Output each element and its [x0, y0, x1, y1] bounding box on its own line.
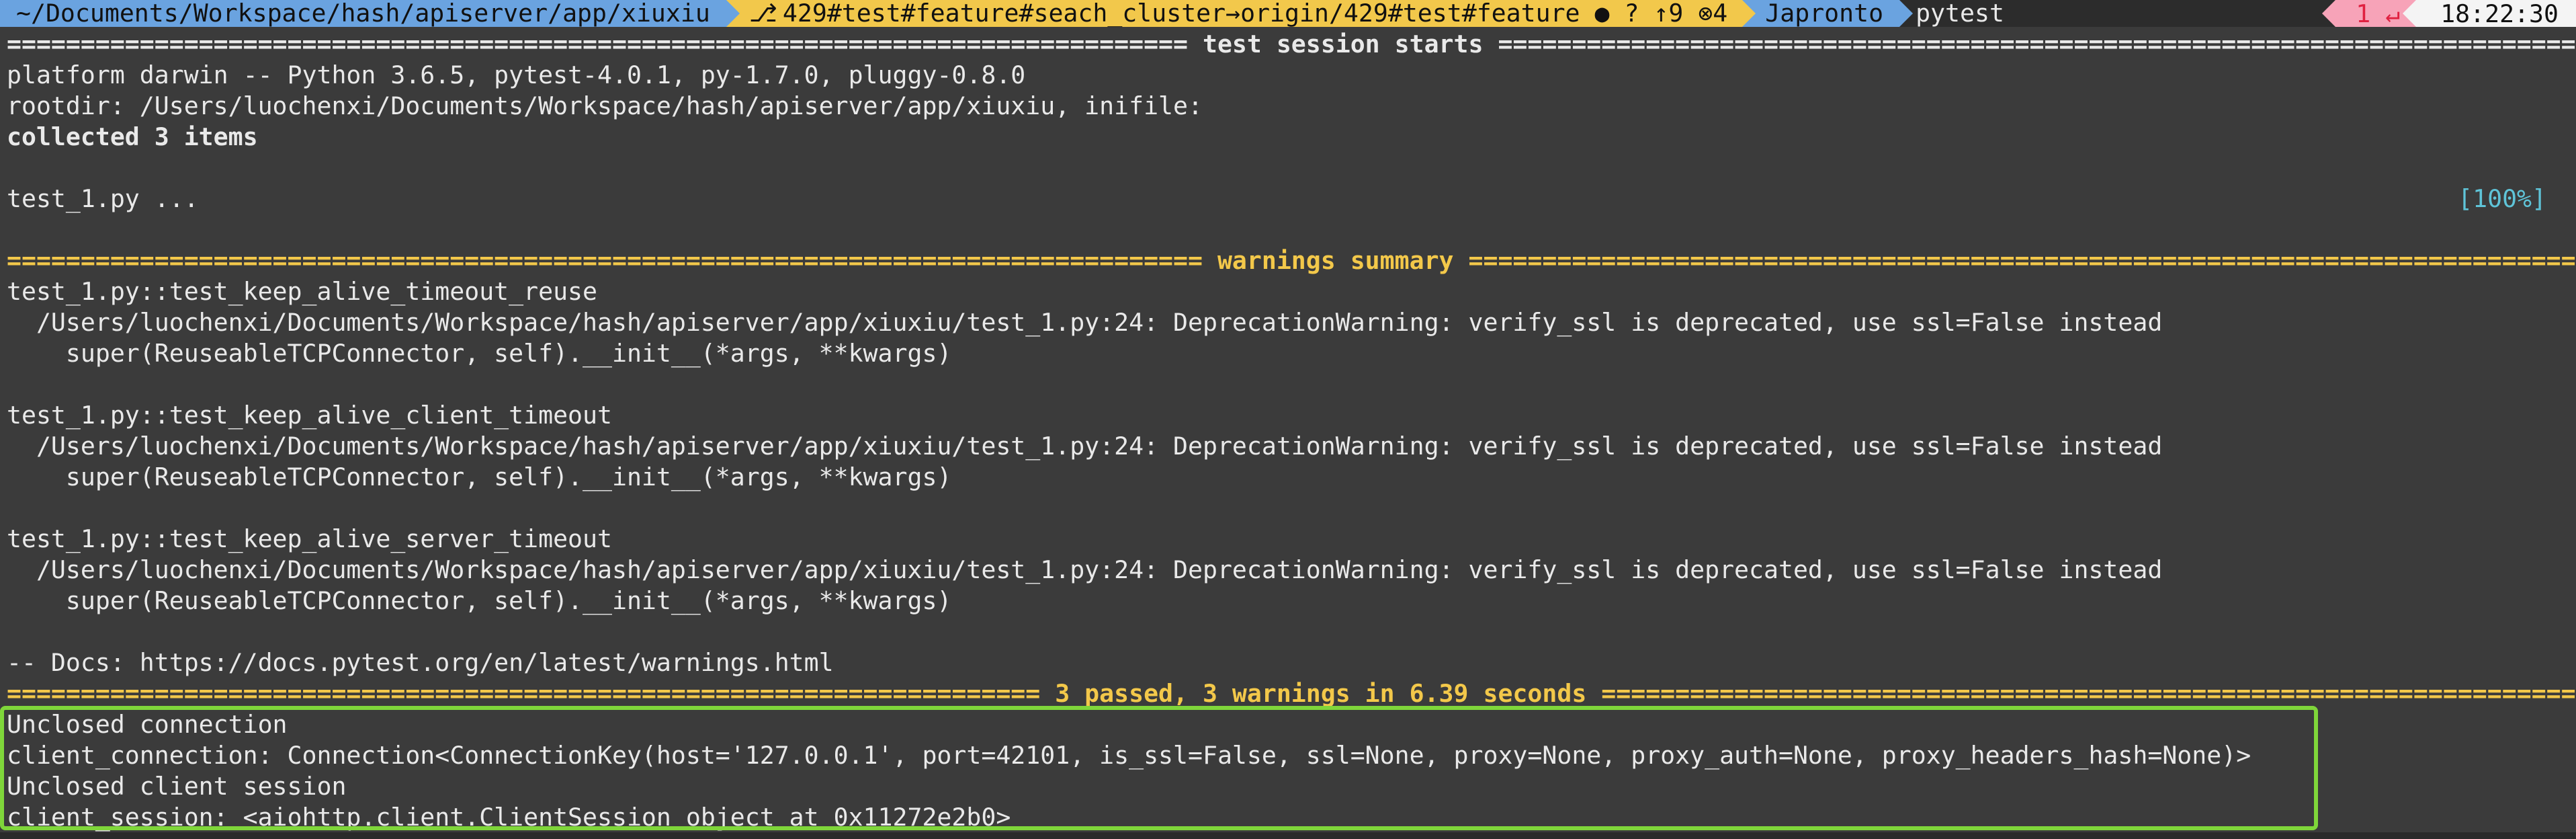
terminal-line-text — [7, 493, 22, 522]
terminal-line: Unclosed client session — [7, 771, 2576, 802]
prompt-command[interactable]: pytest — [1899, 0, 2004, 27]
powerline-separator-icon — [1899, 0, 1914, 27]
terminal-bottom-edge — [0, 832, 2576, 839]
terminal-line: super(ReuseableTCPConnector, self).__ini… — [7, 586, 2576, 616]
terminal-line-text: /Users/luochenxi/Documents/Workspace/has… — [7, 555, 2163, 584]
terminal-line — [7, 214, 2576, 245]
terminal-line: rootdir: /Users/luochenxi/Documents/Work… — [7, 91, 2576, 122]
command-text: pytest — [1916, 0, 2004, 27]
terminal-line-text: ========================================… — [7, 246, 2576, 275]
exit-status: 1 ↵ — [2356, 0, 2401, 28]
terminal-line: collected 3 items — [7, 122, 2576, 153]
terminal-line: test_1.py::test_keep_alive_timeout_reuse — [7, 276, 2576, 307]
right-prompt: 1 ↵ 18:22:30 — [2322, 0, 2576, 28]
terminal-line-text: -- Docs: https://docs.pytest.org/en/late… — [7, 648, 834, 677]
terminal-line-text — [7, 370, 22, 399]
terminal-line-text: ========================================… — [7, 679, 2576, 708]
terminal-line-text: Unclosed client session — [7, 772, 347, 801]
terminal-line-text — [7, 153, 22, 182]
terminal-line — [7, 493, 2576, 524]
terminal-line: /Users/luochenxi/Documents/Workspace/has… — [7, 555, 2576, 586]
powerline-separator-icon — [2322, 0, 2336, 27]
prompt-venv: Japronto — [1765, 0, 1884, 27]
prompt-git-segment: ⎇ 429#test#feature#seach_cluster→origin/… — [726, 0, 1756, 27]
clock-time: 18:22:30 — [2440, 0, 2559, 28]
terminal-line-text — [7, 215, 22, 244]
prompt-path-segment: ~/Documents/Workspace/hash/apiserver/app… — [0, 0, 740, 27]
terminal-line: /Users/luochenxi/Documents/Workspace/has… — [7, 307, 2576, 338]
progress-percent-badge: [100%] — [2458, 184, 2546, 213]
terminal-line-text: test_1.py ... — [7, 184, 199, 213]
terminal-line: ========================================… — [7, 245, 2576, 276]
terminal-line-text — [7, 617, 22, 646]
shell-prompt: ~/Documents/Workspace/hash/apiserver/app… — [0, 0, 2576, 27]
terminal-line-text: super(ReuseableTCPConnector, self).__ini… — [7, 463, 952, 491]
terminal-line — [7, 616, 2576, 647]
terminal-line — [7, 369, 2576, 400]
prompt-git-branch: 429#test#feature#seach_cluster→origin/42… — [782, 0, 1728, 27]
terminal-line-text: super(ReuseableTCPConnector, self).__ini… — [7, 586, 952, 615]
terminal-line-text: ========================================… — [7, 30, 2576, 58]
terminal-line: super(ReuseableTCPConnector, self).__ini… — [7, 462, 2576, 493]
terminal-line-text: super(ReuseableTCPConnector, self).__ini… — [7, 339, 952, 368]
git-branch-icon: ⎇ — [748, 0, 777, 27]
terminal-line: test_1.py ... [100%] — [7, 184, 2576, 214]
terminal-line: Unclosed connection — [7, 709, 2576, 740]
terminal-line-text: platform darwin -- Python 3.6.5, pytest-… — [7, 61, 1026, 89]
terminal-line: test_1.py::test_keep_alive_server_timeou… — [7, 524, 2576, 555]
powerline-separator-icon — [726, 0, 740, 27]
terminal-line-text: /Users/luochenxi/Documents/Workspace/has… — [7, 432, 2163, 461]
powerline-separator-icon — [2403, 0, 2417, 27]
terminal-line: client_session: <aiohttp.client.ClientSe… — [7, 802, 2576, 833]
terminal-line-text: client_session: <aiohttp.client.ClientSe… — [7, 803, 1011, 832]
terminal-line: -- Docs: https://docs.pytest.org/en/late… — [7, 647, 2576, 678]
terminal-line — [7, 153, 2576, 184]
terminal-line: /Users/luochenxi/Documents/Workspace/has… — [7, 431, 2576, 462]
powerline-separator-icon — [1742, 0, 1756, 27]
terminal-line: test_1.py::test_keep_alive_client_timeou… — [7, 400, 2576, 431]
terminal-line-text: client_connection: Connection<Connection… — [7, 741, 2251, 770]
terminal-line: ========================================… — [7, 29, 2576, 60]
terminal-line: platform darwin -- Python 3.6.5, pytest-… — [7, 60, 2576, 91]
prompt-path: ~/Documents/Workspace/hash/apiserver/app… — [16, 0, 710, 27]
terminal-line-text: collected 3 items — [7, 122, 258, 151]
clock-segment: 18:22:30 — [2403, 0, 2576, 28]
terminal-line: client_connection: Connection<Connection… — [7, 740, 2576, 771]
terminal-line-text: rootdir: /Users/luochenxi/Documents/Work… — [7, 91, 1203, 120]
terminal-line-text: test_1.py::test_keep_alive_timeout_reuse — [7, 277, 597, 306]
terminal-line: ========================================… — [7, 678, 2576, 709]
terminal-line-text: /Users/luochenxi/Documents/Workspace/has… — [7, 308, 2163, 337]
terminal-line-text: Unclosed connection — [7, 710, 288, 739]
terminal-output[interactable]: ========================================… — [7, 29, 2576, 833]
terminal-line-text: test_1.py::test_keep_alive_client_timeou… — [7, 401, 612, 430]
terminal-line: super(ReuseableTCPConnector, self).__ini… — [7, 338, 2576, 369]
prompt-venv-segment: Japronto — [1742, 0, 1914, 27]
terminal-line-text: test_1.py::test_keep_alive_server_timeou… — [7, 524, 612, 553]
